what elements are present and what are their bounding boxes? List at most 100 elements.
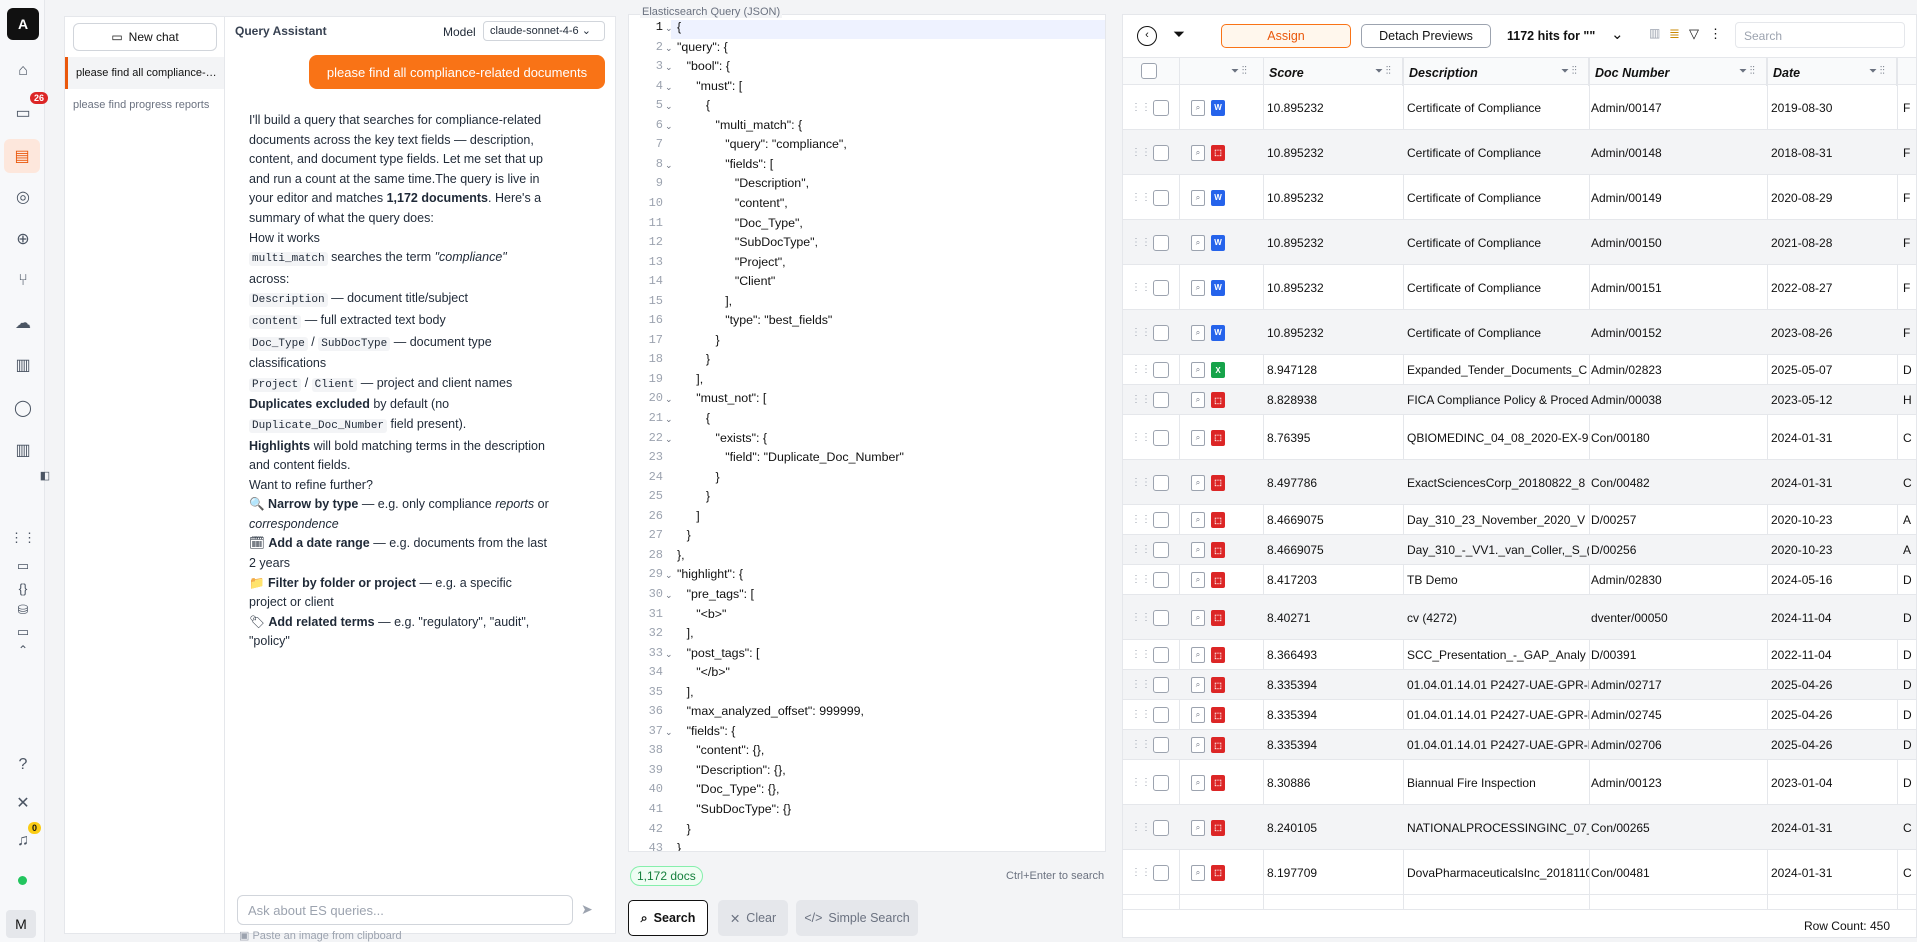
preview-icon[interactable]: ⌕ xyxy=(1191,572,1205,588)
preview-icon[interactable]: ⌕ xyxy=(1191,189,1205,206)
fold-chevron-icon[interactable]: ⌄ xyxy=(665,43,673,54)
table-row[interactable]: ⋮⋮ ⌕ W 10.895232 Certificate of Compliance Ad… xyxy=(1123,85,1916,130)
row-checkbox[interactable] xyxy=(1153,819,1169,836)
row-checkbox[interactable] xyxy=(1153,647,1169,663)
drag-handle-icon[interactable]: ⋮⋮ xyxy=(1131,477,1151,488)
back-icon[interactable]: ‹ xyxy=(1137,26,1157,46)
history-item[interactable]: please find progress reports xyxy=(65,89,225,121)
drag-handle-icon[interactable]: ⋮⋮ xyxy=(1131,612,1151,623)
fold-chevron-icon[interactable]: ⌄ xyxy=(665,101,673,112)
fold-chevron-icon[interactable]: ⌄ xyxy=(665,82,673,93)
fold-chevron-icon[interactable]: ⌄ xyxy=(665,23,673,34)
preview-icon[interactable]: ⌕ xyxy=(1191,774,1205,791)
drag-handle-icon[interactable]: ⋮⋮ xyxy=(1131,777,1151,788)
filter-outline-icon[interactable]: ▽ xyxy=(1689,26,1699,42)
drag-handle-icon[interactable]: ⋮⋮ xyxy=(1131,867,1151,878)
drag-handle-icon[interactable]: ⋮⋮ xyxy=(1131,394,1151,405)
grid-search-input[interactable]: Search xyxy=(1735,22,1905,48)
row-checkbox[interactable] xyxy=(1153,512,1169,528)
collapse-panel-icon[interactable]: ◧ xyxy=(32,462,58,488)
fold-chevron-icon[interactable]: ⌄ xyxy=(665,414,673,425)
send-icon[interactable]: ➤ xyxy=(581,901,593,918)
search-docs-icon[interactable]: ▤ xyxy=(4,139,40,173)
chat-input[interactable]: Ask about ES queries... xyxy=(237,895,573,925)
model-select[interactable]: claude-sonnet-4-6 ⌄ xyxy=(483,21,605,41)
column-filter-icon[interactable]: ⏷ ⋮⋮ xyxy=(1739,66,1755,77)
fold-chevron-icon[interactable]: ⌄ xyxy=(665,570,673,581)
row-checkbox[interactable] xyxy=(1153,774,1169,791)
row-checkbox[interactable] xyxy=(1153,189,1169,206)
fold-chevron-icon[interactable]: ⌄ xyxy=(665,394,673,405)
drag-handle-icon[interactable]: ⋮⋮ xyxy=(1131,709,1151,720)
preview-icon[interactable]: ⌕ xyxy=(1191,392,1205,408)
fold-chevron-icon[interactable]: ⌄ xyxy=(665,62,673,73)
table-row[interactable]: ⋮⋮ ⌕ W 10.895232 Certificate of Compliance Ad… xyxy=(1123,175,1916,220)
cloud-upload-icon[interactable]: ☁ xyxy=(10,310,36,336)
preview-icon[interactable]: ⌕ xyxy=(1191,99,1205,116)
clear-button[interactable]: ✕ Clear xyxy=(718,900,788,936)
column-filter-icon[interactable]: ⏷ ⋮⋮ xyxy=(1561,66,1577,77)
table-row[interactable]: ⋮⋮ ⌕ W 10.895232 Certificate of Compliance Ad… xyxy=(1123,310,1916,355)
fold-chevron-icon[interactable]: ⌄ xyxy=(665,727,673,738)
preview-icon[interactable]: ⌕ xyxy=(1191,474,1205,491)
table-row[interactable]: ⋮⋮ ⌕ ⬚ 8.240105 NATIONALPROCESSINGINC_07_1 Co… xyxy=(1123,805,1916,850)
row-checkbox[interactable] xyxy=(1153,474,1169,491)
row-checkbox[interactable] xyxy=(1153,707,1169,723)
preview-icon[interactable]: ⌕ xyxy=(1191,144,1205,161)
table-row[interactable]: ⋮⋮ ⌕ ⬚ 8.497786 ExactSciencesCorp_20180822_8… xyxy=(1123,460,1916,505)
preview-icon[interactable]: ⌕ xyxy=(1191,609,1205,626)
table-row[interactable]: ⋮⋮ ⌕ ⬚ 8.4669075 Day_310_-_VV1._van_Coller,_… xyxy=(1123,535,1916,565)
drag-handle-icon[interactable]: ⋮⋮ xyxy=(1131,364,1151,375)
row-checkbox[interactable] xyxy=(1153,362,1169,378)
drag-handle-icon[interactable]: ⋮⋮ xyxy=(1131,574,1151,585)
drag-handle-icon[interactable]: ⋮⋮ xyxy=(1131,544,1151,555)
layout-icon[interactable]: ▥ xyxy=(10,437,36,463)
more-icon[interactable]: ⋮ xyxy=(1709,26,1722,42)
table-row[interactable]: ⋮⋮ ⌕ ⬚ 8.4669075 Day_310_23_November_2020_V D… xyxy=(1123,505,1916,535)
drag-handle-icon[interactable]: ⋮⋮ xyxy=(1131,739,1151,750)
table-row[interactable]: ⋮⋮ ⌕ W 10.895232 Certificate of Compliance Ad… xyxy=(1123,220,1916,265)
row-checkbox[interactable] xyxy=(1153,572,1169,588)
row-checkbox[interactable] xyxy=(1153,737,1169,753)
drag-handle-icon[interactable]: ⋮⋮ xyxy=(1131,649,1151,660)
column-filter-icon[interactable]: ⏷ ⋮⋮ xyxy=(1231,66,1247,77)
preview-icon[interactable]: ⌕ xyxy=(1191,542,1205,558)
table-row[interactable]: ⋮⋮ ⌕ ⬚ 8.335394 01.04.01.14.01 P2427-UAE-GPR… xyxy=(1123,730,1916,760)
drag-handle-icon[interactable]: ⋮⋮ xyxy=(1131,327,1151,338)
assign-button[interactable]: Assign xyxy=(1221,24,1351,48)
preview-icon[interactable]: ⌕ xyxy=(1191,864,1205,881)
preview-icon[interactable]: ⌕ xyxy=(1191,429,1205,446)
row-checkbox[interactable] xyxy=(1153,392,1169,408)
preview-icon[interactable]: ⌕ xyxy=(1191,737,1205,753)
table-row[interactable]: ⋮⋮ ⌕ W 10.895232 Certificate of Compliance Ad… xyxy=(1123,265,1916,310)
search-button[interactable]: ⌕ Search xyxy=(628,900,708,936)
tools-icon[interactable]: ✕ xyxy=(10,790,36,816)
help-icon[interactable]: ? xyxy=(10,752,36,778)
dashboard-icon[interactable]: ▥ xyxy=(10,352,36,378)
row-checkbox[interactable] xyxy=(1153,542,1169,558)
row-checkbox[interactable] xyxy=(1153,429,1169,446)
preview-icon[interactable]: ⌕ xyxy=(1191,677,1205,693)
row-checkbox[interactable] xyxy=(1153,99,1169,116)
preview-icon[interactable]: ⌕ xyxy=(1191,234,1205,251)
row-checkbox[interactable] xyxy=(1153,677,1169,693)
fold-chevron-icon[interactable]: ⌄ xyxy=(665,590,673,601)
table-row[interactable]: ⋮⋮ ⌕ X 8.947128 Expanded_Tender_Documents_C A… xyxy=(1123,355,1916,385)
fold-chevron-icon[interactable]: ⌄ xyxy=(665,434,673,445)
fold-chevron-icon[interactable]: ⌄ xyxy=(665,649,673,660)
preview-icon[interactable]: ⌕ xyxy=(1191,324,1205,341)
table-row[interactable]: ⋮⋮ ⌕ ⬚ 8.76395 QBIOMEDINC_04_08_2020-EX-9 Con… xyxy=(1123,415,1916,460)
workflow-icon[interactable]: ⑂ xyxy=(10,268,36,294)
drag-handle-icon[interactable]: ⋮⋮ xyxy=(1131,147,1151,158)
preview-icon[interactable]: ⌕ xyxy=(1191,647,1205,663)
preview-icon[interactable]: ⌕ xyxy=(1191,362,1205,378)
drag-handle-icon[interactable]: ⋮⋮ xyxy=(1131,432,1151,443)
preview-icon[interactable]: ⌕ xyxy=(1191,512,1205,528)
density-icon[interactable]: ≣ xyxy=(1669,26,1680,42)
table-row[interactable]: ⋮⋮ ⌕ ⬚ 8.366493 SCC_Presentation_-_GAP_Analy… xyxy=(1123,640,1916,670)
drag-handle-icon[interactable]: ⋮⋮ xyxy=(1131,514,1151,525)
row-checkbox[interactable] xyxy=(1153,864,1169,881)
expand-down-icon[interactable]: ⌄ xyxy=(1611,25,1624,43)
table-row[interactable]: ⋮⋮ ⌕ ⬚ 8.40271 cv (4272) dventer/00050 2024-11… xyxy=(1123,595,1916,640)
inbox-icon[interactable]: ▭ xyxy=(10,100,36,126)
